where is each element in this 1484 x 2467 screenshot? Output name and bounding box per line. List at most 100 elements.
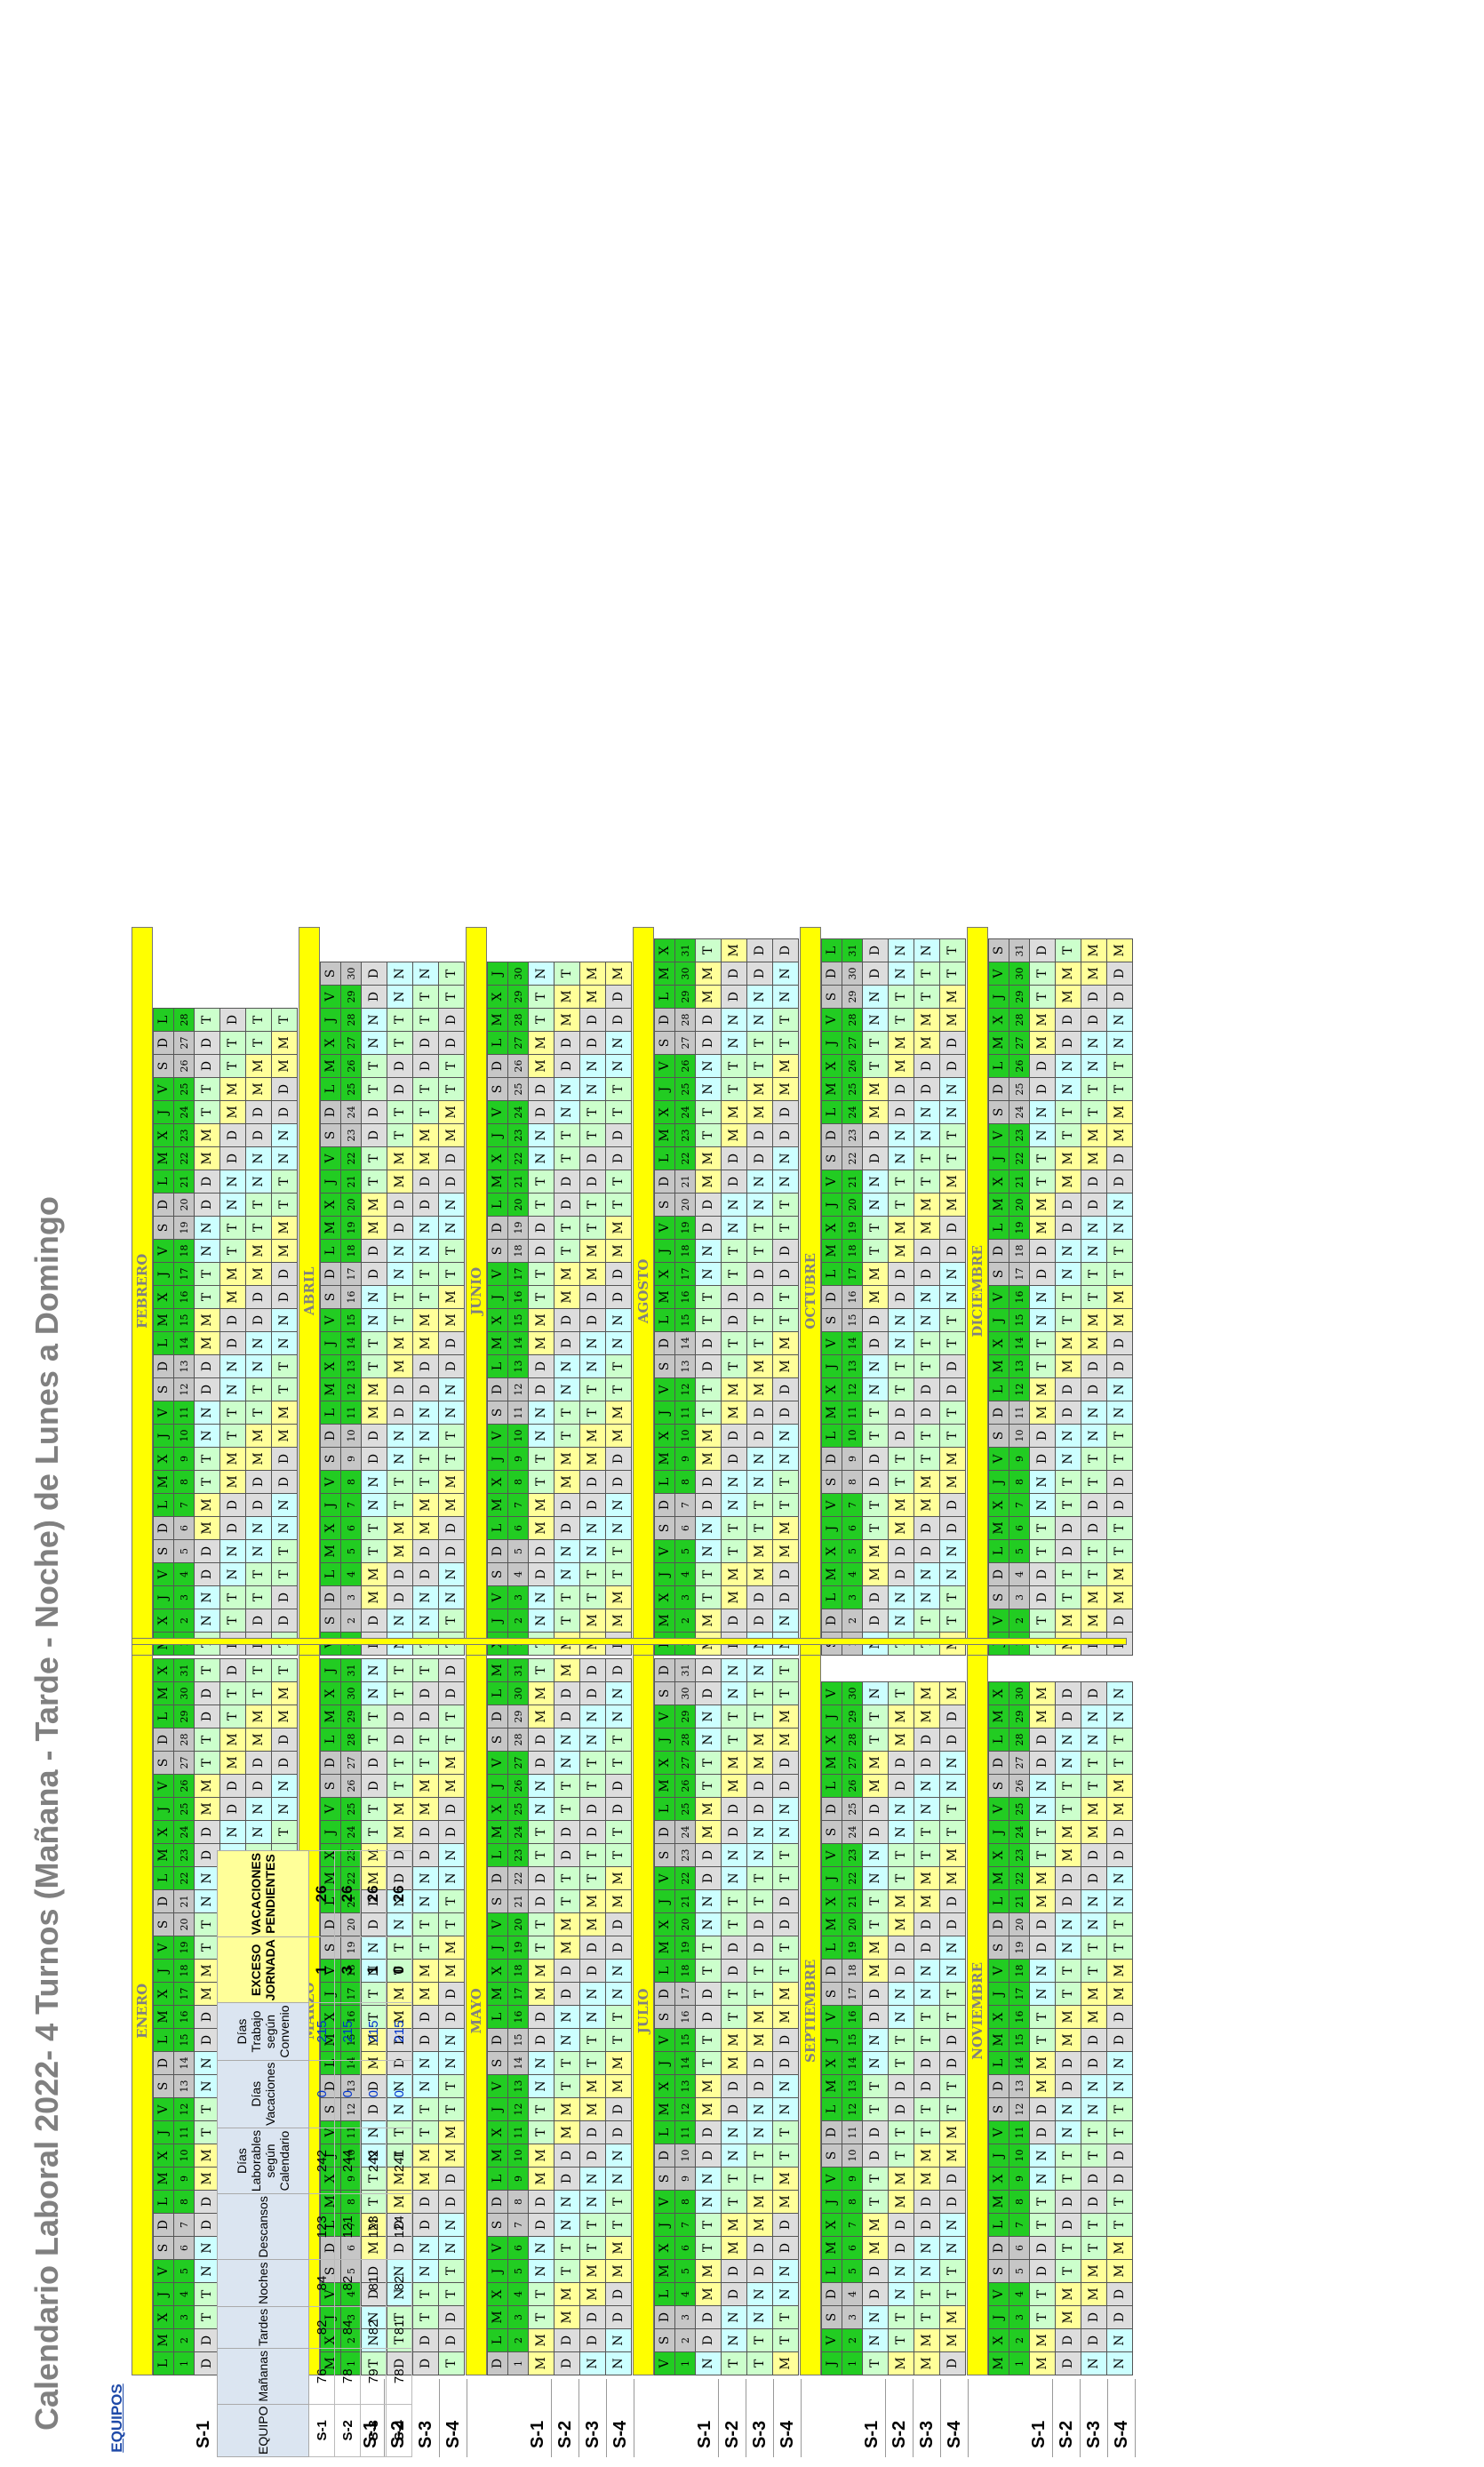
day-number: 27 — [842, 1751, 863, 1775]
shift-cell: T — [245, 1216, 272, 1240]
shift-cell: D — [387, 1193, 413, 1217]
shift-cell: M — [245, 1424, 272, 1448]
shift-cell: D — [605, 2305, 632, 2329]
shift-cell: D — [1081, 1866, 1107, 1890]
shift-cell: D — [438, 1008, 465, 1032]
day-number: 6 — [340, 1516, 362, 1540]
month-block-mayo: MAYO D L M X J V S D L M X J V S D L M X J V S D L M X J V S D L M 1 2 3 4 5… — [466, 1646, 632, 2375]
team-label: S-3 — [579, 2379, 607, 2457]
day-number: 14 — [674, 2051, 696, 2075]
shift-cell: D — [862, 1146, 889, 1170]
shift-cell: D — [695, 1681, 722, 1705]
shift-cell: N — [438, 2028, 465, 2052]
shift-cell: D — [528, 2005, 555, 2029]
weekday-letter: S — [487, 1889, 508, 1913]
weekday-letter: M — [988, 1354, 1009, 1378]
shift-cell: M — [605, 2074, 632, 2098]
shift-cell: N — [605, 1516, 632, 1540]
weekday-letter: J — [320, 1170, 341, 1194]
day-number: 11 — [507, 2120, 529, 2144]
shift-cell: T — [862, 1912, 889, 1936]
shift-cell: T — [438, 2282, 465, 2306]
shift-cell: D — [1055, 2328, 1081, 2352]
shift-cell: D — [746, 1797, 773, 1821]
shift-cell: N — [721, 1493, 747, 1517]
shift-cell: D — [528, 1216, 555, 1240]
day-number: 17 — [842, 1982, 863, 2006]
weekday-letter: D — [821, 2120, 842, 2144]
summary-cell: S-2 — [334, 2404, 361, 2457]
team-label: S-3 — [1081, 2379, 1108, 2457]
day-number: 25 — [173, 1797, 195, 1821]
shift-cell: D — [412, 1354, 439, 1378]
shift-cell: M — [1055, 1843, 1081, 1867]
shift-cell: D — [695, 2328, 722, 2352]
weekday-letter: L — [821, 938, 842, 962]
shift-cell: N — [1055, 1751, 1081, 1775]
weekday-letter: X — [821, 1054, 842, 1078]
shift-cell: M — [554, 1936, 580, 1960]
weekday-letter: S — [821, 2305, 842, 2329]
day-number: 10 — [173, 2144, 195, 2168]
day-number: 2 — [507, 1609, 529, 1633]
shift-cell: M — [412, 1331, 439, 1355]
shift-cell: T — [605, 1562, 632, 1586]
shift-cell: D — [579, 2328, 606, 2352]
team-label: S-2 — [552, 2379, 579, 2457]
weekday-letter: V — [821, 1843, 842, 1867]
weekday-letter: X — [654, 1585, 675, 1609]
shift-cell: M — [271, 1681, 298, 1705]
shift-cell: D — [914, 1377, 940, 1401]
shift-cell: T — [412, 1470, 439, 1494]
shift-cell: T — [1106, 1239, 1133, 1263]
shift-cell: M — [412, 2144, 439, 2168]
shift-cell: M — [888, 2351, 914, 2375]
shift-cell: N — [605, 2167, 632, 2191]
day-number: 7 — [842, 2213, 863, 2237]
weekday-letter: X — [821, 1216, 842, 1240]
shift-cell: N — [772, 1820, 799, 1844]
shift-cell: D — [194, 1820, 220, 1844]
month-title: JUNIO — [466, 926, 487, 1656]
shift-cell: N — [1055, 1054, 1081, 1078]
shift-cell: D — [412, 1054, 439, 1078]
shift-cell: D — [438, 1658, 465, 1682]
shift-cell: D — [412, 2351, 439, 2375]
shift-cell: D — [888, 2074, 914, 2098]
shift-cell: M — [1055, 2005, 1081, 2029]
shift-cell: D — [412, 2005, 439, 2029]
shift-cell: T — [438, 1262, 465, 1286]
shift-cell: N — [695, 1912, 722, 1936]
shift-cell: D — [939, 1354, 966, 1378]
day-number: 25 — [340, 1077, 362, 1101]
shift-cell: D — [194, 1681, 220, 1705]
shift-cell: T — [1106, 1912, 1133, 1936]
shift-cell: N — [914, 1797, 940, 1821]
shift-cell: N — [438, 1216, 465, 1240]
month-block-febrero: FEBREROMXJVSDLMXJVSDLMXJVSDLMXJVSDL12345… — [132, 926, 298, 1656]
shift-cell: M — [219, 1470, 246, 1494]
shift-cell: D — [361, 1239, 387, 1263]
weekday-letter: M — [654, 962, 675, 986]
weekday-letter: D — [988, 1562, 1009, 1586]
month-block-diciembre: DICIEMBREJVSDLMXJVSDLMXJVSDLMXJVSDLMXJVS… — [967, 926, 1133, 1656]
shift-cell: D — [888, 1424, 914, 1448]
day-number: 6 — [173, 2236, 195, 2260]
shift-cell — [194, 938, 220, 962]
weekday-letter: V — [988, 2282, 1009, 2306]
shift-cell: M — [438, 1493, 465, 1517]
shift-cell: N — [1055, 1912, 1081, 1936]
shift-cell: D — [271, 1751, 298, 1775]
weekday-letter: S — [654, 1193, 675, 1217]
day-number: 20 — [340, 1193, 362, 1217]
day-number: 16 — [1009, 2005, 1030, 2029]
shift-cell: T — [554, 2074, 580, 2098]
shift-cell: D — [721, 962, 747, 986]
day-number: 26 — [507, 1774, 529, 1798]
day-number: 24 — [1009, 1100, 1030, 1124]
shift-cell: M — [245, 1705, 272, 1728]
shift-cell: N — [1029, 1470, 1056, 1494]
weekday-letter: L — [821, 1262, 842, 1286]
day-number: 20 — [507, 1912, 529, 1936]
shift-cell: N — [1055, 1728, 1081, 1752]
